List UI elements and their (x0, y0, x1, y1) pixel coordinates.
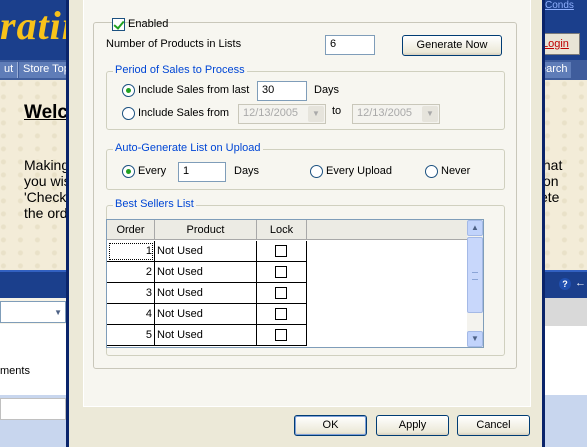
never-radio[interactable] (425, 165, 438, 178)
cancel-button[interactable]: Cancel (457, 415, 530, 436)
cell-lock (257, 304, 307, 325)
help-icon[interactable]: ? (559, 278, 571, 290)
from-date-picker[interactable]: 12/13/2005 ▼ (238, 104, 326, 124)
best-sellers-grid[interactable]: Order Product Lock 1 Not Used 2 Not Used… (106, 219, 484, 348)
dialog-body: Enabled Number of Products in Lists 6 Ge… (83, 0, 531, 407)
table-row[interactable]: 1 Not Used (107, 241, 307, 262)
from-date-value: 12/13/2005 (243, 107, 299, 119)
apply-button[interactable]: Apply (376, 415, 449, 436)
table-row[interactable]: 3 Not Used (107, 283, 307, 304)
num-products-input[interactable]: 6 (325, 35, 375, 55)
pin-icon[interactable]: ← (575, 277, 586, 289)
cell-order[interactable]: 3 (107, 283, 155, 304)
to-label: to (332, 105, 342, 117)
cell-lock (257, 283, 307, 304)
every-days-input[interactable]: 1 (178, 162, 226, 182)
para-line: Making (24, 157, 70, 173)
table-row[interactable]: 2 Not Used (107, 262, 307, 283)
cell-order[interactable]: 4 (107, 304, 155, 325)
cell-lock (257, 262, 307, 283)
para-line: the ord (24, 205, 68, 221)
table-row[interactable]: 4 Not Used (107, 304, 307, 325)
cell-order[interactable]: 5 (107, 325, 155, 346)
intro-paragraph-left: Making you wis 'Check the ord (24, 157, 71, 221)
cell-product[interactable]: Not Used (155, 325, 257, 346)
cell-lock (257, 325, 307, 346)
never-label: Never (441, 165, 471, 177)
every-upload-label: Every Upload (326, 165, 393, 177)
chevron-down-icon: ▼ (308, 106, 324, 122)
lock-checkbox[interactable] (275, 329, 287, 341)
cell-order[interactable]: 2 (107, 262, 155, 283)
scroll-down-icon[interactable]: ▼ (467, 331, 483, 347)
scroll-thumb[interactable] (467, 237, 483, 313)
ok-button[interactable]: OK (294, 415, 367, 436)
lock-checkbox[interactable] (275, 266, 287, 278)
include-last-radio[interactable] (122, 84, 135, 97)
include-last-label: Include Sales from last (138, 84, 250, 96)
top-link[interactable]: Conds (545, 0, 574, 11)
admin-side-text: ments (0, 365, 30, 377)
num-products-label: Number of Products in Lists (106, 38, 242, 50)
cell-product[interactable]: Not Used (155, 262, 257, 283)
best-sellers-group-title: Best Sellers List (113, 198, 196, 210)
period-group-title: Period of Sales to Process (113, 64, 247, 76)
to-date-picker[interactable]: 12/13/2005 ▼ (352, 104, 440, 124)
every-label: Every (138, 165, 167, 177)
cell-product[interactable]: Not Used (155, 241, 257, 262)
generate-now-button[interactable]: Generate Now (402, 35, 502, 56)
to-date-value: 12/13/2005 (357, 107, 413, 119)
include-from-label: Include Sales from (138, 107, 230, 119)
chevron-down-icon: ▼ (54, 308, 62, 317)
grid-header: Order Product Lock (107, 220, 468, 240)
grid-vertical-scrollbar[interactable]: ▲ ▼ (467, 220, 483, 347)
lock-checkbox[interactable] (275, 287, 287, 299)
every-upload-radio[interactable] (310, 165, 323, 178)
para-line: 'Check (24, 189, 67, 205)
nav-item-0[interactable]: ut (0, 62, 19, 78)
auto-generate-group-title: Auto-Generate List on Upload (113, 142, 263, 154)
include-from-radio[interactable] (122, 107, 135, 120)
login-label: Login (542, 38, 569, 50)
admin-lower-row (0, 398, 66, 420)
cell-order[interactable]: 1 (107, 241, 155, 262)
best-sellers-dialog: Enabled Number of Products in Lists 6 Ge… (66, 0, 545, 447)
lock-checkbox[interactable] (275, 308, 287, 320)
include-last-days-input[interactable]: 30 (257, 81, 307, 101)
scroll-up-icon[interactable]: ▲ (467, 220, 483, 236)
lock-checkbox[interactable] (275, 245, 287, 257)
para-line: you wis (24, 173, 71, 189)
enabled-checkbox[interactable] (112, 18, 125, 31)
cell-lock (257, 241, 307, 262)
cell-product[interactable]: Not Used (155, 283, 257, 304)
column-header-product[interactable]: Product (155, 220, 257, 240)
cell-product[interactable]: Not Used (155, 304, 257, 325)
welcome-heading: Welc (24, 102, 69, 123)
admin-select[interactable]: ▼ (0, 301, 66, 323)
enabled-label: Enabled (128, 18, 169, 30)
column-header-order[interactable]: Order (107, 220, 155, 240)
chevron-down-icon: ▼ (422, 106, 438, 122)
table-row[interactable]: 5 Not Used (107, 325, 307, 346)
column-header-lock[interactable]: Lock (257, 220, 307, 240)
every-days-label: Days (234, 165, 260, 177)
days-label: Days (314, 84, 340, 96)
every-radio[interactable] (122, 165, 135, 178)
admin-gray-strip (540, 298, 587, 326)
